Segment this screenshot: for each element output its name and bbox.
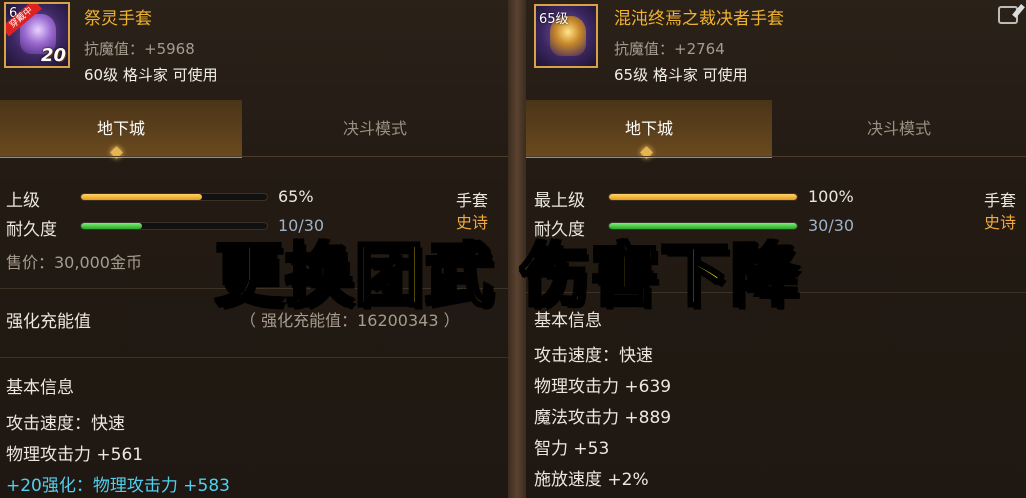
durability-bar-fill [81, 223, 143, 229]
item-rarity: 史诗 [983, 213, 1016, 232]
tab-pvp[interactable]: 决斗模式 [772, 100, 1026, 156]
item-name: 祭灵手套 [84, 9, 152, 29]
reinforce-energy-label: 强化充能值 [6, 312, 91, 332]
divider [0, 357, 508, 358]
detail-attack-speed: 攻击速度：快速 [6, 414, 125, 434]
video-caption-overlay: 更换团武 伤害下降 [214, 236, 801, 318]
detail-physical-attack: 物理攻击力 +639 [534, 377, 672, 397]
gauntlet-icon[interactable]: 65级 [534, 4, 598, 68]
item-requirement: 65级 格斗家 可使用 [614, 66, 748, 84]
sell-price: 售价：30,000金币 [6, 253, 142, 272]
grade-bar-fill [81, 194, 202, 200]
divider [526, 156, 1026, 157]
grade-label: 上级 [6, 191, 40, 211]
item-type: 手套 [983, 191, 1016, 210]
grade-label: 最上级 [534, 191, 585, 211]
mode-tabs: 地下城 决斗模式 [526, 100, 1026, 159]
detail-magic-attack: 魔法攻击力 +889 [534, 408, 672, 428]
item-type: 手套 [455, 191, 488, 210]
detail-intelligence: 智力 +53 [534, 439, 610, 459]
edit-icon[interactable] [998, 6, 1018, 24]
durability-label: 耐久度 [6, 220, 57, 240]
grade-bar-fill [609, 194, 797, 200]
divider [0, 156, 508, 157]
grade-bar [608, 193, 798, 201]
item-requirement: 60级 格斗家 可使用 [84, 66, 218, 84]
grade-bar [80, 193, 268, 201]
basic-info-title: 基本信息 [6, 378, 74, 398]
item-name: 混沌终焉之裁决者手套 [614, 9, 784, 29]
gauntlet-icon[interactable]: 6 穿戴中 20 [4, 2, 70, 68]
icon-level-tag: 65级 [539, 12, 569, 27]
grade-value: 65% [278, 187, 314, 206]
enhance-level-number: 20 [40, 45, 66, 66]
mode-tabs: 地下城 决斗模式 [0, 100, 508, 159]
durability-value: 30/30 [808, 216, 855, 235]
tab-pvp[interactable]: 决斗模式 [242, 100, 508, 156]
tab-dungeon[interactable]: 地下城 [0, 100, 242, 158]
detail-enhance-bonus: +20强化：物理攻击力 +583 [6, 476, 230, 496]
detail-physical-attack: 物理攻击力 +561 [6, 445, 144, 465]
item-magic-resist: 抗魔值：+2764 [614, 40, 725, 58]
detail-attack-speed: 攻击速度：快速 [534, 346, 653, 366]
grade-value: 100% [808, 187, 854, 206]
item-magic-resist: 抗魔值：+5968 [84, 40, 195, 58]
detail-cast-speed: 施放速度 +2% [534, 470, 649, 490]
